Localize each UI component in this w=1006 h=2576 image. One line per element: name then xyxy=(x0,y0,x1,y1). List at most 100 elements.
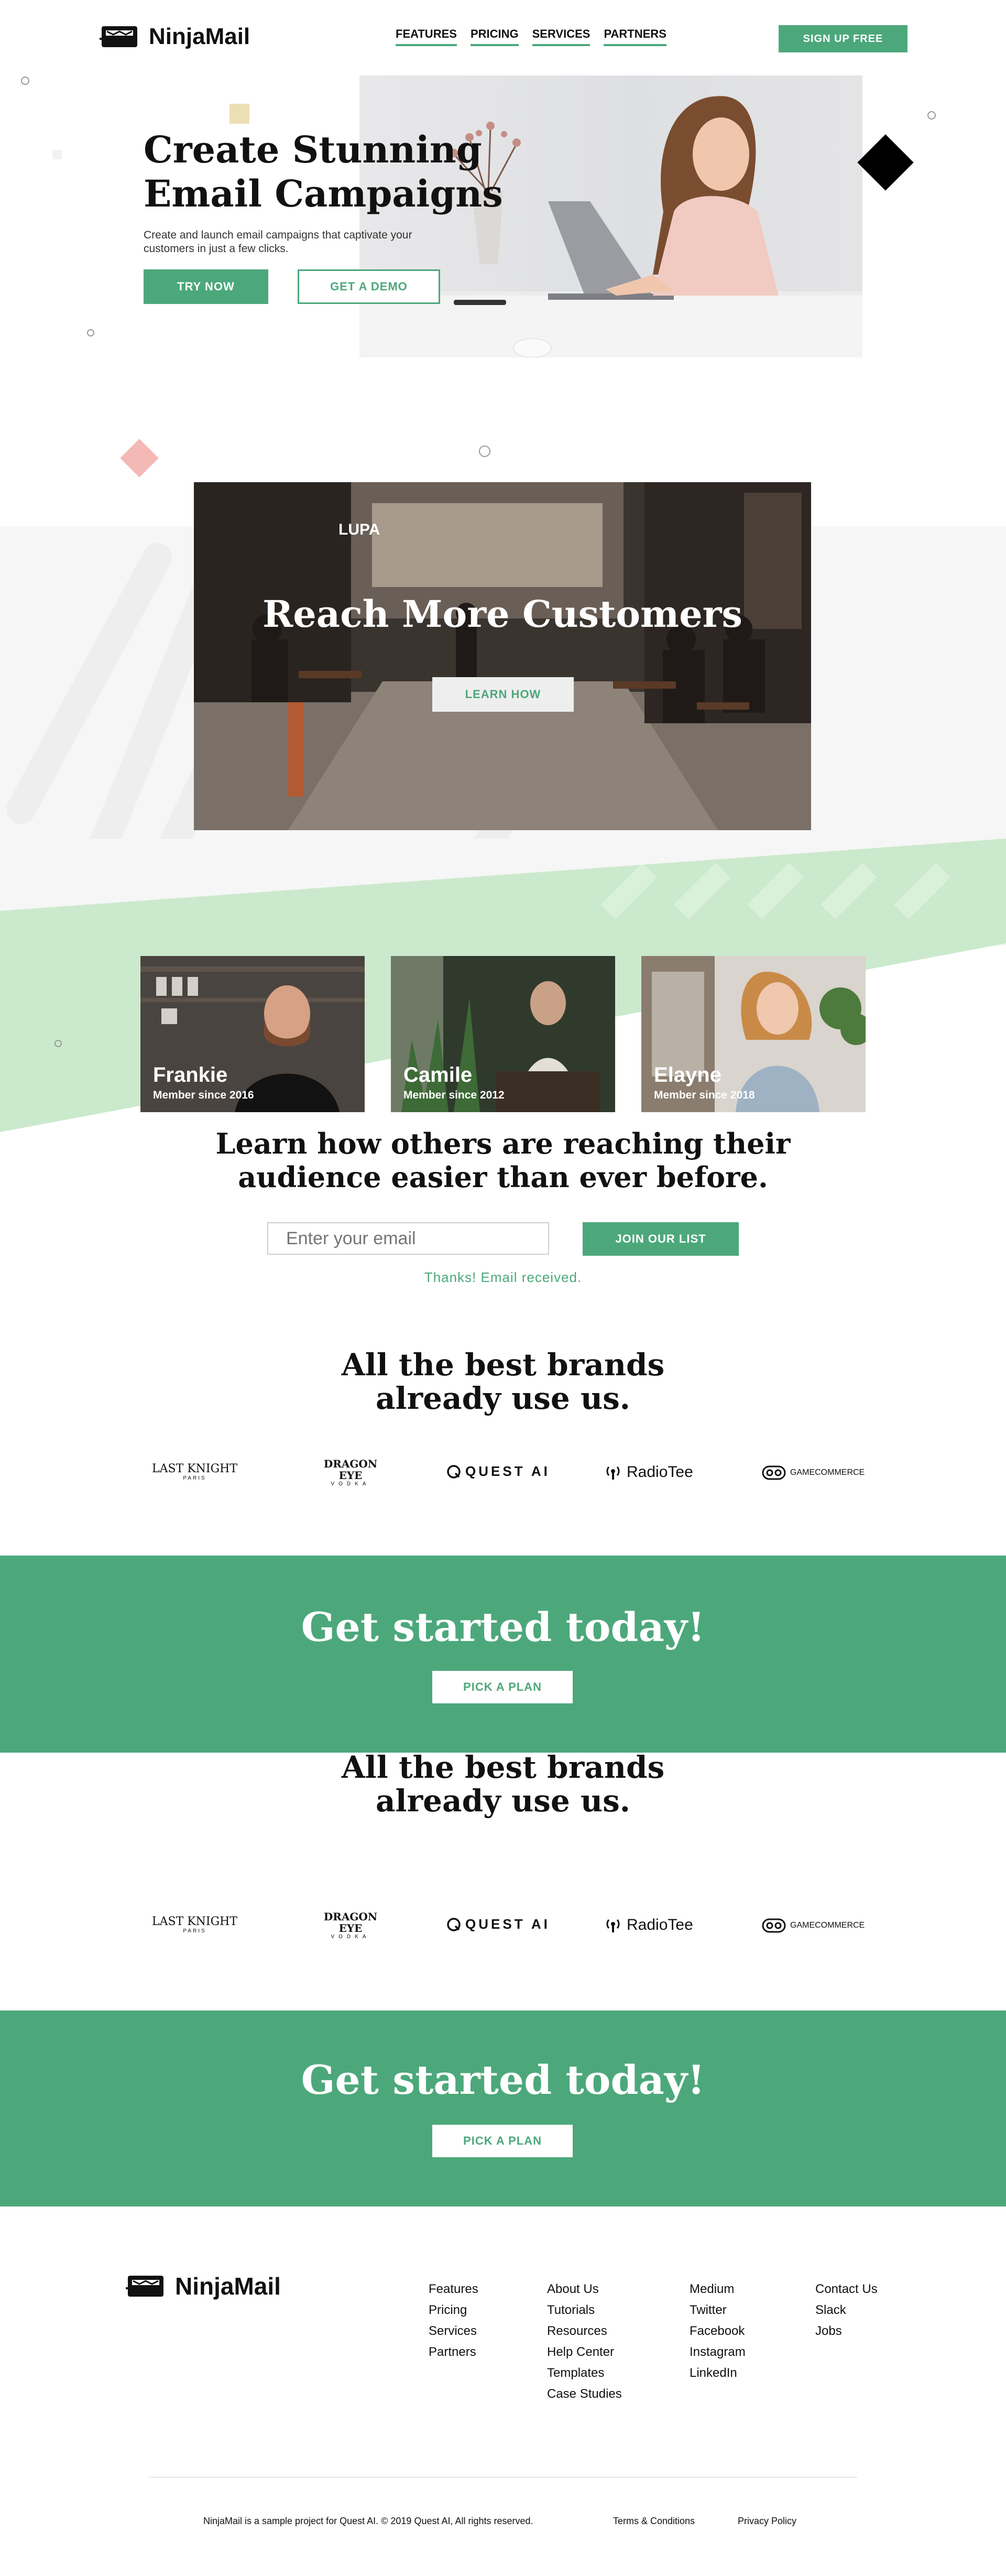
terms-link[interactable]: Terms & Conditions xyxy=(613,2516,695,2527)
footer-link-twitter[interactable]: Twitter xyxy=(690,2300,746,2321)
brand-dragon-eye: DRAGON EYE VODKA xyxy=(322,1911,379,1940)
decor-diamond-pink xyxy=(120,439,159,477)
logo[interactable]: NinjaMail xyxy=(100,22,250,51)
footer-link-templates[interactable]: Templates xyxy=(547,2363,622,2384)
footer-link-case-studies[interactable]: Case Studies xyxy=(547,2384,622,2405)
gamepad-icon xyxy=(762,1918,786,1933)
brand-name: DRAGON EYE xyxy=(323,1458,378,1482)
member-card-camile[interactable]: Camile Member since 2012 xyxy=(391,956,615,1112)
brand-sub: VODKA xyxy=(331,1934,370,1940)
footer-link-slack[interactable]: Slack xyxy=(815,2300,878,2321)
street-cafe-image: LUPA Reach More Customers LEARN HOW xyxy=(194,482,811,830)
footer-link-facebook[interactable]: Facebook xyxy=(690,2321,746,2342)
shop-sign: LUPA xyxy=(338,521,380,538)
footer-col-contact: Contact Us Slack Jobs xyxy=(815,2279,878,2342)
brand-name: QUEST AI xyxy=(465,1463,550,1479)
footer-link-instagram[interactable]: Instagram xyxy=(690,2342,746,2363)
pick-plan-button[interactable]: PICK A PLAN xyxy=(432,1671,573,1703)
radio-icon xyxy=(606,1919,620,1932)
member-card-elayne[interactable]: Elayne Member since 2018 xyxy=(641,956,866,1112)
brand-dragon-eye: DRAGON EYE VODKA xyxy=(322,1458,379,1487)
footer-link-linkedin[interactable]: LinkedIn xyxy=(690,2363,746,2384)
privacy-link[interactable]: Privacy Policy xyxy=(738,2516,796,2527)
ninja-mail-icon xyxy=(100,26,137,47)
brand-quest-ai: QUEST AI xyxy=(446,1916,550,1932)
decor-circle xyxy=(87,329,94,336)
footer-copyright: NinjaMail is a sample project for Quest … xyxy=(203,2516,533,2526)
brand-last-knight: LAST KNIGHT PARIS xyxy=(152,1462,237,1481)
brands-title: All the best brands already use us. xyxy=(341,1347,665,1416)
decor-diamond xyxy=(857,134,914,191)
member-card-frankie[interactable]: Frankie Member since 2016 xyxy=(140,956,365,1112)
get-demo-button[interactable]: GET A DEMO xyxy=(298,269,440,304)
brand-sub: PARIS xyxy=(183,1475,206,1481)
member-name: Elayne xyxy=(654,1063,721,1086)
ninja-mail-icon xyxy=(126,2276,163,2297)
footer-link-medium[interactable]: Medium xyxy=(690,2279,746,2300)
brand-name: QUEST AI xyxy=(465,1916,550,1932)
member-name: Frankie xyxy=(153,1063,228,1086)
brands-section-2: All the best brands already use us. LAST… xyxy=(0,1753,1006,2010)
footer-link-services[interactable]: Services xyxy=(429,2321,478,2342)
radio-icon xyxy=(606,1466,620,1480)
member-since: Member since 2012 xyxy=(403,1089,505,1101)
decor-square xyxy=(229,104,249,124)
decor-square xyxy=(52,150,62,159)
brand-name: DRAGON EYE xyxy=(323,1910,378,1934)
nav-pricing[interactable]: PRICING xyxy=(470,27,519,46)
footer-col-social: Medium Twitter Facebook Instagram Linked… xyxy=(690,2279,746,2384)
brand-gamecommerce: GAMECOMMERCE xyxy=(762,1465,865,1480)
brand-radiotee: RadioTee xyxy=(604,1916,693,1934)
brand-sub: PARIS xyxy=(183,1928,206,1934)
hero-illustration xyxy=(359,96,862,357)
member-name: Camile xyxy=(403,1063,473,1086)
decor-circle xyxy=(479,445,490,457)
footer-link-features[interactable]: Features xyxy=(429,2279,478,2300)
member-since: Member since 2018 xyxy=(654,1089,755,1101)
footer-link-about[interactable]: About Us xyxy=(547,2279,622,2300)
brand-gamecommerce: GAMECOMMERCE xyxy=(762,1918,865,1933)
footer-link-contact[interactable]: Contact Us xyxy=(815,2279,878,2300)
footer-logo[interactable]: NinjaMail xyxy=(126,2271,281,2301)
hero-subtitle: Create and launch email campaigns that c… xyxy=(144,229,412,255)
decor-circle xyxy=(54,1040,62,1047)
signup-free-button[interactable]: SIGN UP FREE xyxy=(779,25,907,52)
quest-ai-icon xyxy=(447,1464,461,1479)
footer-link-partners[interactable]: Partners xyxy=(429,2342,478,2363)
brand-name: LAST KNIGHT xyxy=(152,1915,238,1928)
cta-title: Get started today! xyxy=(301,1604,705,1650)
brands-title: All the best brands already use us. xyxy=(341,1753,665,1819)
pick-plan-button[interactable]: PICK A PLAN xyxy=(432,2125,573,2157)
main-nav: FEATURES PRICING SERVICES PARTNERS xyxy=(396,27,666,46)
email-input[interactable] xyxy=(267,1222,549,1255)
signup-title: Learn how others are reaching their audi… xyxy=(215,1127,791,1194)
footer-col-company: About Us Tutorials Resources Help Center… xyxy=(547,2279,622,2405)
footer-link-jobs[interactable]: Jobs xyxy=(815,2321,878,2342)
brand-quest-ai: QUEST AI xyxy=(446,1463,550,1480)
learn-how-button[interactable]: LEARN HOW xyxy=(432,677,574,712)
quest-ai-icon xyxy=(447,1917,461,1931)
brand-last-knight: LAST KNIGHT PARIS xyxy=(152,1915,237,1934)
gamepad-icon xyxy=(762,1465,786,1480)
member-since: Member since 2016 xyxy=(153,1089,254,1101)
footer-link-tutorials[interactable]: Tutorials xyxy=(547,2300,622,2321)
nav-features[interactable]: FEATURES xyxy=(396,27,457,46)
brand-sub: VODKA xyxy=(331,1481,370,1487)
decor-circle xyxy=(21,77,29,85)
hero-title: Create Stunning Email Campaigns xyxy=(144,128,503,215)
logo-text: NinjaMail xyxy=(175,2273,281,2300)
brand-name: GAMECOMMERCE xyxy=(790,1468,865,1477)
footer-col-product: Features Pricing Services Partners xyxy=(429,2279,478,2363)
footer-link-help[interactable]: Help Center xyxy=(547,2342,622,2363)
join-list-button[interactable]: JOIN OUR LIST xyxy=(583,1222,739,1256)
cta-section-2: Get started today! PICK A PLAN xyxy=(0,2010,1006,2207)
try-now-button[interactable]: TRY NOW xyxy=(144,269,268,304)
brand-name: RadioTee xyxy=(627,1463,693,1481)
reach-title: Reach More Customers xyxy=(263,592,742,636)
brand-radiotee: RadioTee xyxy=(604,1463,693,1481)
footer-link-resources[interactable]: Resources xyxy=(547,2321,622,2342)
nav-partners[interactable]: PARTNERS xyxy=(604,27,666,46)
footer-link-pricing[interactable]: Pricing xyxy=(429,2300,478,2321)
nav-services[interactable]: SERVICES xyxy=(532,27,591,46)
cta-section: Get started today! PICK A PLAN xyxy=(0,1556,1006,1753)
